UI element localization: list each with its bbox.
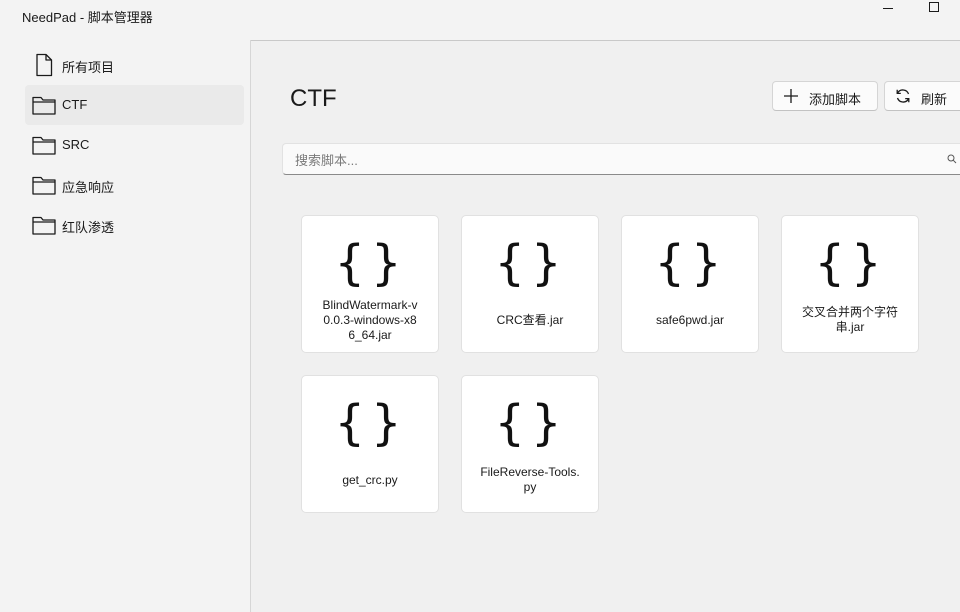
search-icon[interactable] bbox=[947, 154, 957, 164]
sidebar-item-label: SRC bbox=[62, 137, 90, 152]
sidebar-item-ctf[interactable]: CTF bbox=[25, 85, 244, 125]
script-card[interactable]: {} CRC查看.jar bbox=[461, 215, 599, 353]
sidebar-item-label: CTF bbox=[62, 97, 88, 112]
sidebar-item-all[interactable]: 所有项目 bbox=[25, 45, 244, 85]
sidebar-item-red-team[interactable]: 红队渗透 bbox=[25, 205, 244, 245]
braces-icon: {} bbox=[814, 235, 888, 291]
braces-icon: {} bbox=[334, 395, 408, 451]
script-name: get_crc.py bbox=[342, 472, 398, 487]
script-card[interactable]: {} get_crc.py bbox=[301, 375, 439, 513]
folder-icon bbox=[32, 216, 56, 235]
plus-icon bbox=[784, 89, 798, 103]
folder-icon bbox=[32, 176, 56, 195]
search-box bbox=[282, 143, 960, 175]
sidebar-item-incident-response[interactable]: 应急响应 bbox=[25, 165, 244, 205]
refresh-label: 刷新 bbox=[921, 92, 948, 107]
braces-icon: {} bbox=[494, 235, 568, 291]
window-title: NeedPad - 脚本管理器 bbox=[22, 10, 153, 25]
minimize-button[interactable] bbox=[873, 0, 903, 18]
folder-icon bbox=[32, 136, 56, 155]
sidebar-item-label: 红队渗透 bbox=[62, 220, 115, 235]
script-name: safe6pwd.jar bbox=[655, 312, 725, 327]
script-card[interactable]: {} FileReverse-Tools.py bbox=[461, 375, 599, 513]
folder-icon bbox=[32, 96, 56, 115]
title-bar: NeedPad - 脚本管理器 bbox=[0, 0, 960, 40]
script-card[interactable]: {} BlindWatermark-v0.0.3-windows-x86_64.… bbox=[301, 215, 439, 353]
sidebar-item-label: 应急响应 bbox=[62, 180, 115, 195]
search-input[interactable] bbox=[293, 150, 937, 170]
maximize-button[interactable] bbox=[919, 0, 949, 18]
refresh-icon bbox=[896, 89, 910, 103]
main-panel: CTF 添加脚本 刷新 {} BlindWatermark-v0.0.3-win… bbox=[251, 41, 960, 612]
braces-icon: {} bbox=[334, 235, 408, 291]
script-name: 交叉合并两个字符串.jar bbox=[801, 305, 898, 334]
sidebar-item-label: 所有项目 bbox=[62, 60, 115, 75]
refresh-button[interactable]: 刷新 bbox=[884, 81, 960, 111]
script-name: FileReverse-Tools.py bbox=[480, 465, 580, 494]
file-icon bbox=[36, 53, 53, 77]
script-name: CRC查看.jar bbox=[496, 312, 564, 327]
add-script-button[interactable]: 添加脚本 bbox=[772, 81, 878, 111]
script-card[interactable]: {} safe6pwd.jar bbox=[621, 215, 759, 353]
add-script-label: 添加脚本 bbox=[809, 92, 862, 107]
script-name: BlindWatermark-v0.0.3-windows-x86_64.jar bbox=[322, 297, 418, 342]
page-title: CTF bbox=[290, 85, 337, 112]
braces-icon: {} bbox=[654, 235, 728, 291]
sidebar: 所有项目 CTF SRC 应急响应 红队渗透 bbox=[0, 40, 251, 612]
braces-icon: {} bbox=[494, 395, 568, 451]
sidebar-item-src[interactable]: SRC bbox=[25, 125, 244, 165]
script-card[interactable]: {} 交叉合并两个字符串.jar bbox=[781, 215, 919, 353]
